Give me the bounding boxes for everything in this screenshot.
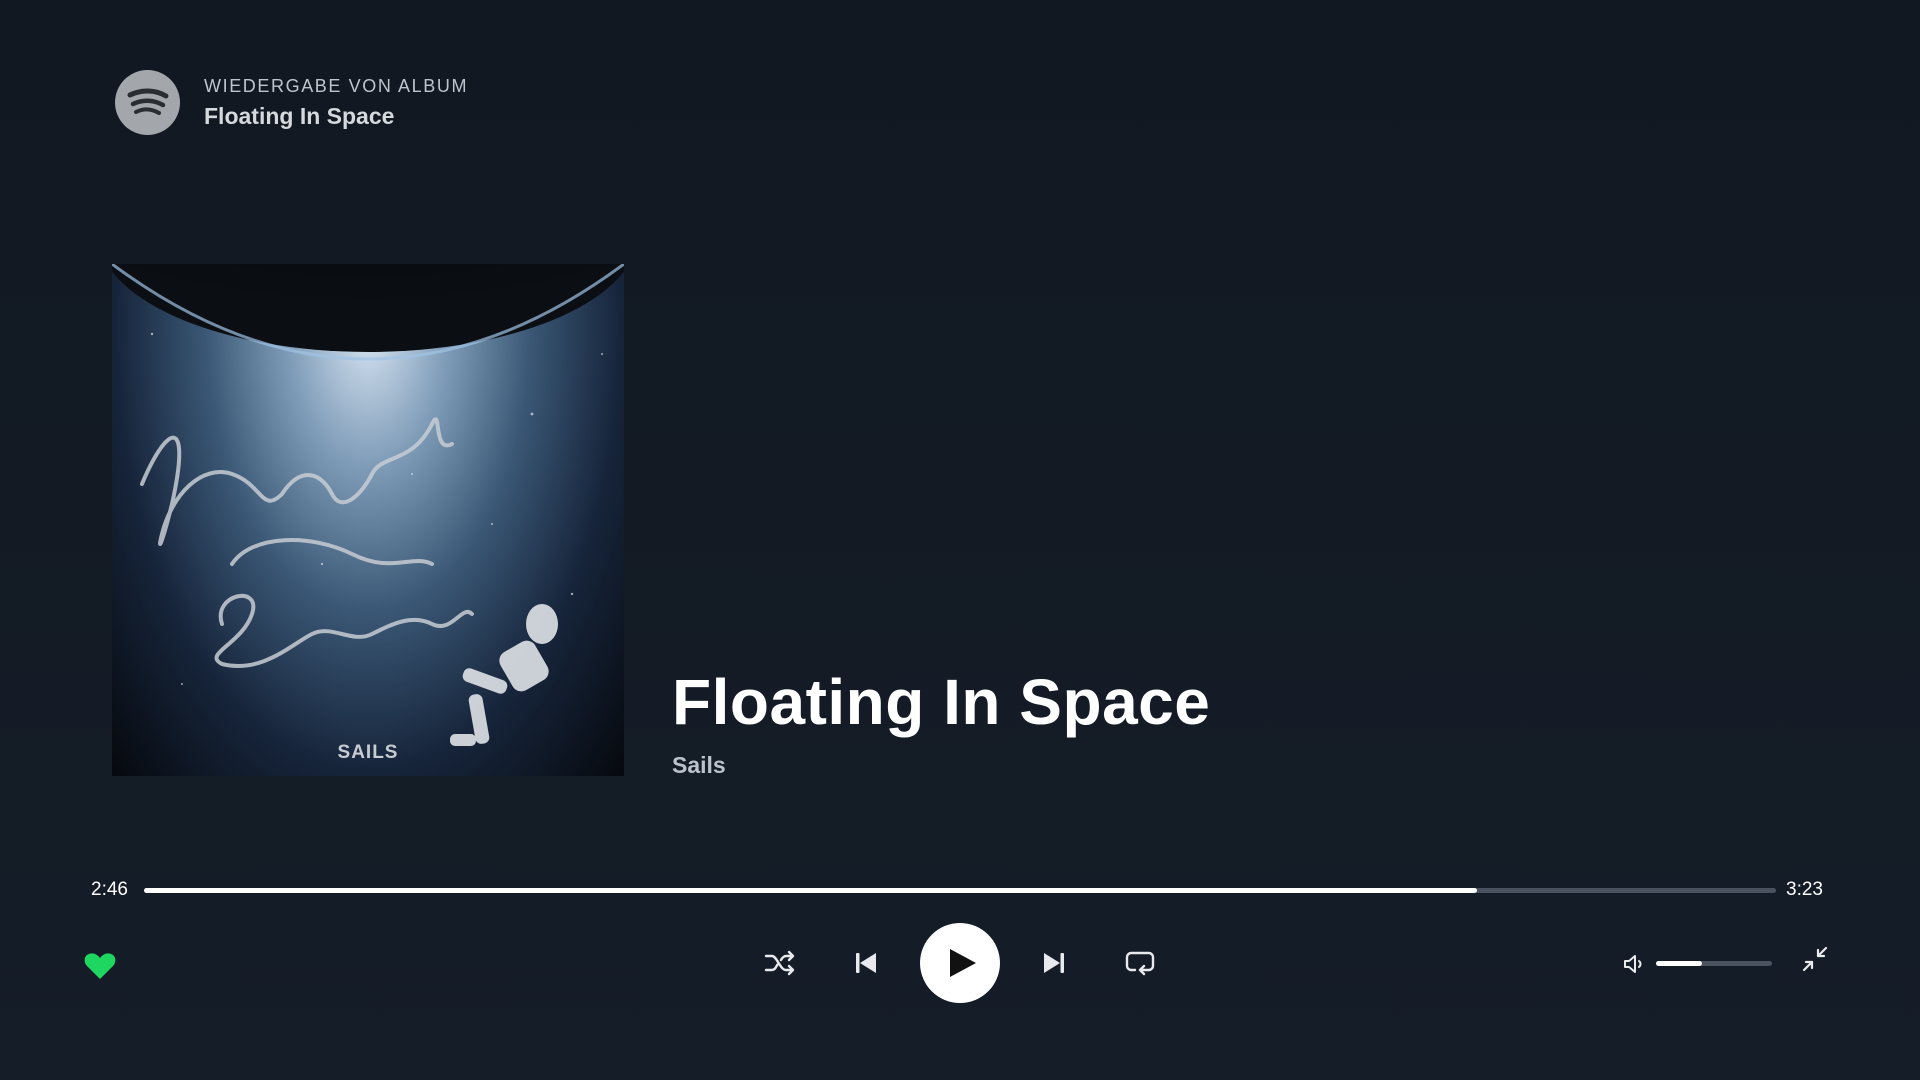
next-button[interactable] (1036, 945, 1072, 981)
album-cover-artist-text: SAILS (337, 742, 399, 763)
context-name-link[interactable]: Floating In Space (204, 103, 468, 130)
total-time: 3:23 (1786, 879, 1823, 900)
heart-icon (84, 953, 116, 979)
track-artist-link[interactable]: Sails (672, 752, 726, 779)
next-icon (1044, 953, 1064, 973)
progress-fill (144, 888, 1478, 893)
repeat-button[interactable] (1122, 945, 1158, 981)
play-button[interactable] (920, 923, 1000, 1003)
track-title: Floating In Space (672, 666, 1211, 738)
context-type-label: WIEDERGABE VON ALBUM (204, 75, 469, 96)
elapsed-time: 2:46 (91, 879, 128, 900)
volume-icon (1624, 955, 1642, 973)
album-cover: SAILS (112, 264, 624, 776)
previous-button[interactable] (848, 945, 884, 981)
spotify-logo-icon (115, 70, 180, 135)
playback-context-header: WIEDERGABE VON ALBUM Floating In Space (115, 70, 468, 135)
volume-button[interactable] (1620, 950, 1648, 978)
shuffle-button[interactable] (762, 945, 798, 981)
volume-fill (1656, 961, 1703, 966)
now-playing-screen: WIEDERGABE VON ALBUM Floating In Space S… (0, 0, 1920, 1080)
repeat-icon (1125, 951, 1155, 976)
exit-fullscreen-button[interactable] (1800, 944, 1830, 974)
like-button[interactable] (80, 946, 120, 986)
shuffle-icon (764, 950, 795, 976)
volume-slider[interactable] (1656, 961, 1772, 966)
minimize-icon (1802, 946, 1828, 972)
play-icon (949, 949, 976, 977)
previous-icon (856, 953, 876, 973)
progress-bar[interactable] (144, 888, 1776, 893)
